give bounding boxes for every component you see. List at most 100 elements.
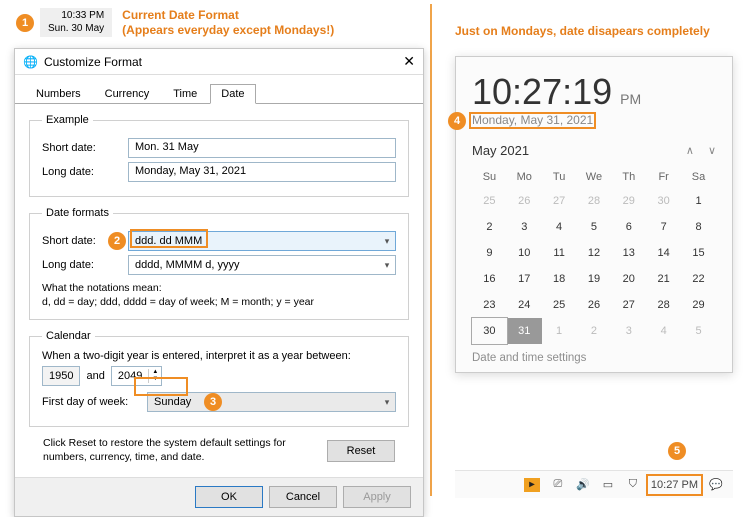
annotation-text-2: Just on Mondays, date disapears complete…: [455, 24, 710, 38]
calendar-group: Calendar When a two-digit year is entere…: [29, 330, 409, 427]
first-day-combo[interactable]: Sunday ▾: [147, 392, 396, 412]
calendar-day[interactable]: 15: [681, 240, 716, 266]
dialog-title: Customize Format: [44, 55, 142, 69]
calendar-day[interactable]: 19: [577, 266, 612, 292]
notifications-icon[interactable]: 💬: [709, 478, 723, 491]
calendar-next-icon[interactable]: ∨: [708, 144, 716, 157]
flyout-fulldate: Monday, May 31, 2021: [472, 113, 593, 127]
calendar-day[interactable]: 28: [577, 188, 612, 214]
calendar-day[interactable]: 11: [542, 240, 577, 266]
calendar-day[interactable]: 3: [507, 214, 542, 240]
date-formats-legend: Date formats: [42, 207, 113, 219]
short-date-example-label: Short date:: [42, 142, 128, 154]
chevron-down-icon: ▾: [379, 236, 395, 247]
reset-button[interactable]: Reset: [327, 440, 395, 462]
taskbar-clock[interactable]: 10:27 PM: [651, 479, 698, 491]
calendar-day[interactable]: 26: [577, 292, 612, 318]
chevron-down-icon: ▾: [379, 260, 395, 271]
calendar-day[interactable]: 27: [611, 292, 646, 318]
dow-header: Mo: [507, 166, 542, 188]
chevron-down-icon: ▾: [379, 397, 395, 408]
calendar-day[interactable]: 23: [472, 292, 507, 318]
tab-date[interactable]: Date: [210, 84, 255, 104]
date-time-settings-link[interactable]: Date and time settings: [472, 352, 716, 364]
calendar-day[interactable]: 5: [681, 318, 716, 344]
calendar-day[interactable]: 12: [577, 240, 612, 266]
calendar-day[interactable]: 25: [542, 292, 577, 318]
dialog-tabs: NumbersCurrencyTimeDate: [15, 75, 423, 104]
dow-header: Sa: [681, 166, 716, 188]
year-to-spinner[interactable]: 2049 ▲▼: [111, 366, 162, 386]
example-group: Example Short date: Mon. 31 May Long dat…: [29, 114, 409, 197]
tab-time[interactable]: Time: [162, 84, 208, 104]
long-date-example-label: Long date:: [42, 166, 128, 178]
calendar-day[interactable]: 28: [646, 292, 681, 318]
annotation-badge-2: 2: [108, 232, 126, 250]
calendar-day[interactable]: 16: [472, 266, 507, 292]
calendar-day[interactable]: 8: [681, 214, 716, 240]
dialog-titlebar: 🌐 Customize Format ✕: [15, 49, 423, 75]
calendar-day[interactable]: 14: [646, 240, 681, 266]
short-date-example-value: Mon. 31 May: [128, 138, 396, 158]
tablet-mode-icon[interactable]: ▭: [601, 478, 615, 491]
calendar-month-header[interactable]: May 2021: [472, 143, 529, 158]
long-date-example-value: Monday, May 31, 2021: [128, 162, 396, 182]
short-date-format-combo[interactable]: ddd. dd MMM ▾: [128, 231, 396, 251]
dow-header: Th: [611, 166, 646, 188]
calendar-day[interactable]: 25: [472, 188, 507, 214]
calendar-day[interactable]: 21: [646, 266, 681, 292]
calendar-day[interactable]: 30: [646, 188, 681, 214]
dow-header: Fr: [646, 166, 681, 188]
calendar-day[interactable]: 1: [681, 188, 716, 214]
annotation-badge-1: 1: [16, 14, 34, 32]
customize-format-dialog: 🌐 Customize Format ✕ NumbersCurrencyTime…: [14, 48, 424, 517]
flyout-ampm: PM: [620, 91, 641, 107]
calendar-day[interactable]: 3: [611, 318, 646, 344]
calendar-day[interactable]: 4: [646, 318, 681, 344]
calendar-grid: SuMoTuWeThFrSa 2526272829301234567891011…: [472, 166, 716, 344]
date-formats-group: Date formats Short date: 2 ddd. dd MMM ▾…: [29, 207, 409, 320]
globe-icon: 🌐: [23, 55, 38, 69]
calendar-day[interactable]: 29: [681, 292, 716, 318]
calendar-day[interactable]: 26: [507, 188, 542, 214]
arrow-down-icon[interactable]: ▼: [149, 376, 161, 383]
security-icon[interactable]: ⛉: [626, 478, 640, 491]
calendar-day[interactable]: 4: [542, 214, 577, 240]
calendar-day[interactable]: 6: [611, 214, 646, 240]
calendar-day[interactable]: 2: [472, 214, 507, 240]
long-date-format-label: Long date:: [42, 259, 128, 271]
dow-header: We: [577, 166, 612, 188]
long-date-format-combo[interactable]: dddd, MMMM d, yyyy ▾: [128, 255, 396, 275]
calendar-day[interactable]: 7: [646, 214, 681, 240]
calendar-prev-icon[interactable]: ∧: [686, 144, 694, 157]
arrow-up-icon[interactable]: ▲: [149, 369, 161, 376]
close-icon[interactable]: ✕: [403, 53, 415, 70]
calendar-day[interactable]: 31: [507, 318, 542, 344]
two-digit-year-label: When a two-digit year is entered, interp…: [42, 350, 396, 362]
calendar-day[interactable]: 17: [507, 266, 542, 292]
calendar-day[interactable]: 18: [542, 266, 577, 292]
calendar-day[interactable]: 1: [542, 318, 577, 344]
vertical-divider: [430, 4, 432, 496]
cast-icon[interactable]: ⎚: [551, 478, 565, 491]
tab-numbers[interactable]: Numbers: [25, 84, 92, 104]
calendar-day[interactable]: 24: [507, 292, 542, 318]
apply-button[interactable]: Apply: [343, 486, 411, 508]
calendar-day[interactable]: 13: [611, 240, 646, 266]
volume-icon[interactable]: 🔊: [576, 478, 590, 491]
cancel-button[interactable]: Cancel: [269, 486, 337, 508]
ok-button[interactable]: OK: [195, 486, 263, 508]
calendar-day[interactable]: 5: [577, 214, 612, 240]
calendar-day[interactable]: 9: [472, 240, 507, 266]
calendar-legend: Calendar: [42, 330, 95, 342]
calendar-day[interactable]: 27: [542, 188, 577, 214]
media-tray-icon[interactable]: ▸: [524, 478, 540, 492]
calendar-day[interactable]: 2: [577, 318, 612, 344]
calendar-day[interactable]: 30: [472, 318, 507, 344]
calendar-day[interactable]: 10: [507, 240, 542, 266]
and-label: and: [86, 370, 104, 382]
calendar-day[interactable]: 20: [611, 266, 646, 292]
calendar-day[interactable]: 22: [681, 266, 716, 292]
calendar-day[interactable]: 29: [611, 188, 646, 214]
tab-currency[interactable]: Currency: [94, 84, 161, 104]
